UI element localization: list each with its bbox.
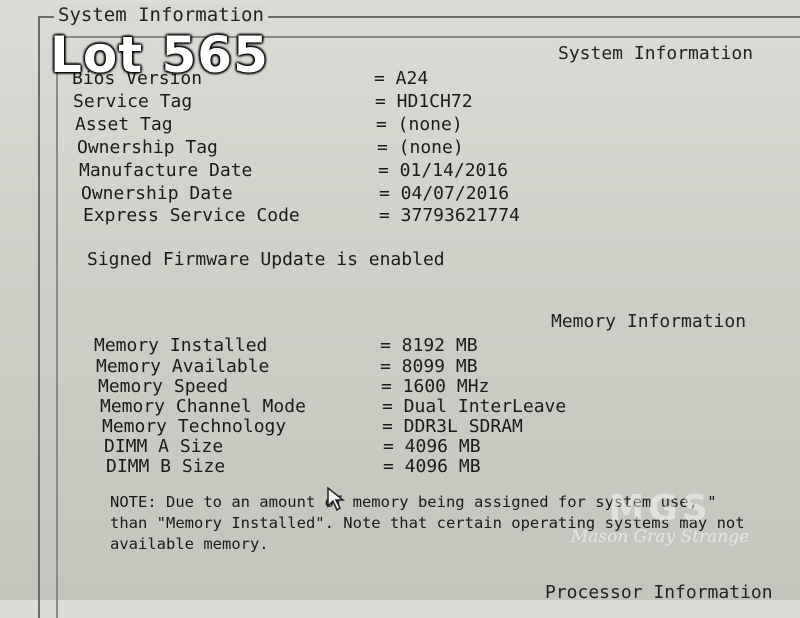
firmware-status: Signed Firmware Update is enabled [87, 249, 445, 270]
row-value: = 01/14/2016 [378, 160, 509, 181]
row-value: = (none) [377, 137, 464, 158]
watermark-logo: MGS [608, 488, 712, 529]
row-label: Manufacture Date [79, 160, 253, 181]
row-value: = (none) [376, 114, 463, 135]
row-value: = 37793621774 [379, 205, 520, 226]
row-value: = A24 [374, 68, 429, 89]
watermark-text: Mason Gray Strange [570, 527, 750, 547]
row-label: Memory Technology [102, 416, 287, 437]
row-value: = 1600 MHz [381, 376, 490, 397]
row-value: = 8099 MB [380, 356, 478, 377]
row-label: Memory Installed [94, 335, 268, 356]
row-value: = 04/07/2016 [379, 183, 510, 204]
row-value: = HD1CH72 [375, 91, 473, 112]
row-value: = DDR3L SDRAM [382, 416, 523, 437]
row-label: DIMM A Size [104, 436, 224, 457]
lot-label: Lot 565 [50, 26, 269, 84]
row-value: = 8192 MB [380, 335, 478, 356]
memory-information-heading: Memory Information [551, 311, 747, 332]
row-label: Asset Tag [75, 114, 173, 135]
row-value: = 4096 MB [383, 436, 481, 457]
row-label: DIMM B Size [106, 456, 226, 477]
row-label: Ownership Date [81, 183, 233, 204]
row-value: = Dual InterLeave [382, 396, 567, 417]
watermark: MGS Mason Gray Strange [560, 488, 760, 560]
row-label: Memory Speed [98, 376, 229, 397]
frame-title: System Information [54, 4, 268, 26]
row-label: Ownership Tag [77, 137, 218, 158]
row-value: = 4096 MB [383, 456, 481, 477]
mouse-pointer-icon [327, 486, 346, 512]
row-label: Service Tag [73, 91, 193, 112]
system-information-heading: System Information [558, 43, 754, 64]
row-label: Memory Channel Mode [100, 396, 306, 417]
row-label: Memory Available [96, 356, 270, 377]
row-label: Express Service Code [83, 205, 300, 226]
